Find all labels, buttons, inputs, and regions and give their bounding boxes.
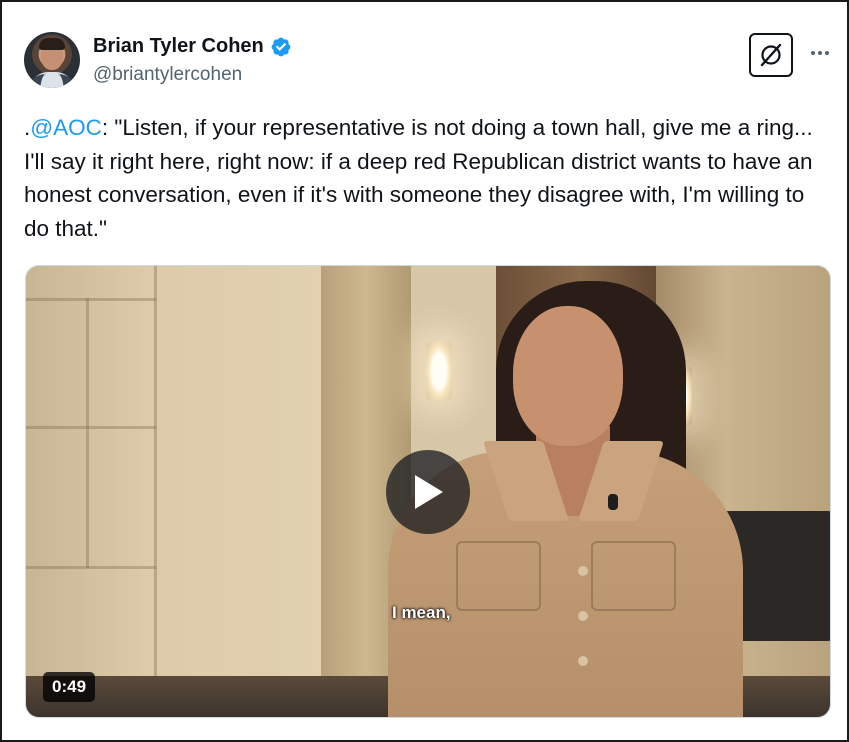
more-options-icon-dot <box>818 51 822 55</box>
tweet-card: Brian Tyler Cohen @briantylercohen .@AOC… <box>0 0 849 742</box>
shirt-pocket <box>591 541 676 611</box>
play-button[interactable] <box>386 450 470 534</box>
wall-panel-line <box>26 298 156 301</box>
shirt-button <box>578 611 588 621</box>
author-name[interactable]: Brian Tyler Cohen <box>93 35 264 58</box>
author-handle[interactable]: @briantylercohen <box>93 64 242 86</box>
mention-link[interactable]: @AOC <box>30 115 102 140</box>
avatar-hair <box>39 38 65 50</box>
more-options-icon-dot <box>825 51 829 55</box>
tweet-body: : "Listen, if your representative is not… <box>24 115 813 241</box>
lapel-mic <box>608 494 618 510</box>
wall-panel-line <box>86 298 89 568</box>
verified-badge-icon[interactable] <box>270 36 292 58</box>
avatar[interactable] <box>24 32 80 88</box>
video-duration: 0:49 <box>43 672 96 702</box>
wall-panel-line <box>154 266 157 676</box>
video-wall-left <box>26 266 326 717</box>
author-name-row: Brian Tyler Cohen <box>93 35 292 58</box>
person-face <box>513 306 623 446</box>
wall-panel-line <box>26 426 156 429</box>
video-player[interactable]: I mean, 0:49 <box>25 265 831 718</box>
tweet-text: .@AOC: "Listen, if your representative i… <box>24 111 824 245</box>
shirt-button <box>578 566 588 576</box>
grok-button[interactable] <box>749 33 793 77</box>
more-options-icon <box>811 51 815 55</box>
avatar-jacket <box>26 74 78 88</box>
wall-panel-line <box>26 566 156 569</box>
grok-icon <box>760 43 782 67</box>
wall-sconce-light <box>426 341 452 401</box>
play-icon <box>415 475 443 509</box>
more-options-button[interactable] <box>805 40 835 66</box>
shirt-pocket <box>456 541 541 611</box>
shirt-button <box>578 656 588 666</box>
video-caption: I mean, <box>392 603 451 622</box>
